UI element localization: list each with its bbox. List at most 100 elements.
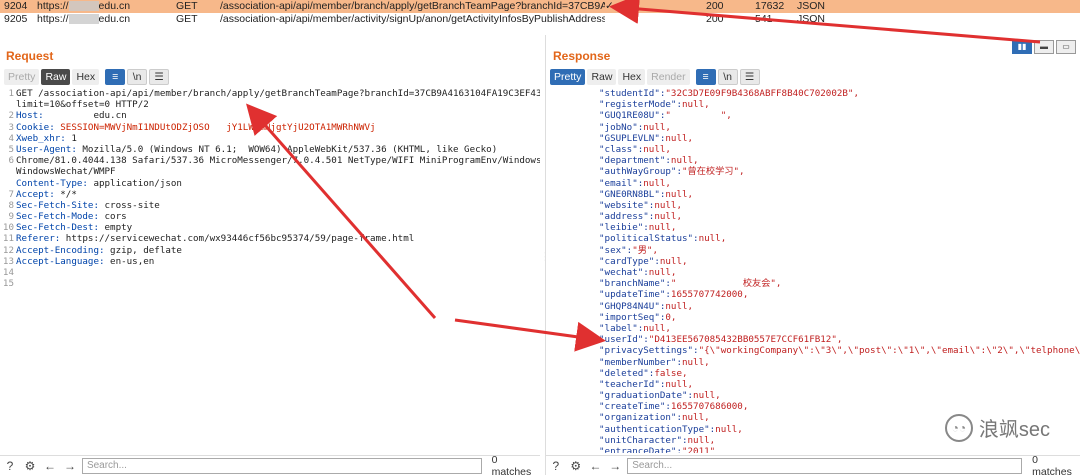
request-line: Cookie: SESSION=MWVjNmI1NDUtODZjOSO jY1L… xyxy=(16,121,376,133)
request-title: Request xyxy=(6,49,54,63)
json-line: "GUQ1RE08U":" ", xyxy=(599,110,732,122)
row-mime: JSON xyxy=(797,0,826,13)
json-line: "address":null, xyxy=(599,211,682,223)
line-number: 15 xyxy=(2,278,14,290)
line-number: 4 xyxy=(8,132,14,144)
tab-pretty[interactable]: Pretty xyxy=(550,69,586,85)
newline-icon[interactable]: \n xyxy=(127,69,148,85)
json-line: "wechat":null, xyxy=(599,267,677,278)
menu-icon[interactable]: ☰ xyxy=(739,69,760,85)
json-line: "GHQP84N4U":null, xyxy=(599,300,694,312)
line-number: 8 xyxy=(8,199,14,211)
line-number xyxy=(0,99,14,110)
tab-hex[interactable]: Hex xyxy=(618,69,646,85)
redacted-block xyxy=(68,13,99,24)
response-editor[interactable]: "studentId":"32C3D7E09F9B4368ABFF8B40C70… xyxy=(599,88,1080,453)
tab-pretty[interactable]: Pretty xyxy=(4,69,40,85)
tab-render[interactable]: Render xyxy=(647,69,690,85)
request-line xyxy=(16,267,536,278)
json-line: "memberNumber":null, xyxy=(599,356,710,368)
request-line: Content-Type: application/json xyxy=(16,177,182,189)
forward-arrow-icon[interactable]: → xyxy=(607,458,623,474)
side-by-side-layout-icon[interactable]: ▮▮ xyxy=(1012,40,1032,54)
row-method: GET xyxy=(176,12,198,25)
request-pane: Request Pretty Raw Hex ≡ \n ☰ 1234567891… xyxy=(0,35,540,475)
search-input[interactable]: Search... xyxy=(81,457,482,474)
settings-icon[interactable]: ⚙ xyxy=(568,458,584,474)
check-icon: ✓ xyxy=(605,0,614,13)
json-line: "class":null, xyxy=(599,143,671,155)
json-line: "importSeq":0, xyxy=(599,311,677,323)
tab-raw[interactable]: Raw xyxy=(587,69,617,85)
line-number xyxy=(0,178,14,189)
row-mime: JSON xyxy=(797,12,826,25)
response-title: Response xyxy=(553,49,611,63)
json-line: "email":null, xyxy=(599,177,671,189)
request-line: Host: edu.cn xyxy=(16,110,127,122)
request-line: Chrome/81.0.4044.138 Safari/537.36 Micro… xyxy=(16,155,540,167)
json-line: "GNE0RN8BL":null, xyxy=(599,188,694,200)
forward-arrow-icon[interactable]: → xyxy=(62,458,78,474)
json-line: "label":null, xyxy=(599,322,671,334)
request-line: User-Agent: Mozilla/5.0 (Windows NT 6.1;… xyxy=(16,143,498,155)
redacted-block xyxy=(68,1,99,12)
watermark: ◔◔ 浪飒sec xyxy=(944,413,1050,442)
wechat-icon: ◔◔ xyxy=(944,413,973,442)
json-line: "createTime":1655707686000, xyxy=(599,401,749,413)
settings-icon[interactable]: ⚙ xyxy=(22,458,38,474)
row-number: 9205 xyxy=(4,12,28,25)
help-icon[interactable]: ? xyxy=(2,458,18,474)
tab-raw[interactable]: Raw xyxy=(41,69,71,85)
request-lines: GET /association-api/api/member/branch/a… xyxy=(16,88,540,289)
json-line: "sex":"男", xyxy=(599,244,658,256)
json-line: "privacySettings":"{\"workingCompany\":\… xyxy=(599,345,1080,357)
request-editor[interactable]: 1 2 3 4 5 6 7 8 9 10 11 12 13 14 15 GET /association-a… xyxy=(0,88,540,453)
row-status: 200 xyxy=(706,12,724,25)
request-line: GET /association-api/api/member/branch/a… xyxy=(16,88,540,99)
line-number: 2 xyxy=(8,110,14,122)
line-number: 3 xyxy=(8,121,14,133)
request-line: Accept-Language: en-us,en xyxy=(16,255,155,267)
line-number: 13 xyxy=(2,255,14,267)
help-icon[interactable]: ? xyxy=(548,458,564,474)
back-arrow-icon[interactable]: ← xyxy=(588,458,604,474)
history-row[interactable]: 9205 https://edu.cn GET /association-api… xyxy=(0,12,1080,25)
line-number xyxy=(0,166,14,177)
json-line: "politicalStatus":null, xyxy=(599,233,727,245)
request-toolbar: Pretty Raw Hex ≡ \n ☰ xyxy=(4,69,170,85)
menu-icon[interactable]: ☰ xyxy=(149,69,170,85)
request-line: Referer: https://servicewechat.com/wx934… xyxy=(16,233,415,245)
row-method: GET xyxy=(176,0,198,13)
row-number: 9204 xyxy=(4,0,28,13)
back-arrow-icon[interactable]: ← xyxy=(42,458,58,474)
tab-hex[interactable]: Hex xyxy=(72,69,100,85)
single-layout-icon[interactable]: ▭ xyxy=(1056,40,1076,54)
search-input[interactable]: Search... xyxy=(627,457,1023,474)
line-number: 10 xyxy=(2,222,14,234)
json-line: "updateTime":1655707742000, xyxy=(599,289,749,301)
json-line: "website":null, xyxy=(599,199,682,211)
json-line: "registerMode":null, xyxy=(599,99,710,111)
json-line: "authWayGroup":"曾在校学习", xyxy=(599,166,745,178)
request-line: Xweb_xhr: 1 xyxy=(16,132,77,144)
line-number: 6 xyxy=(8,155,14,167)
watermark-text: 浪飒sec xyxy=(978,419,1050,441)
request-line: limit=10&offset=0 HTTP/2 xyxy=(16,99,149,111)
json-line: "jobNo":null, xyxy=(599,121,671,133)
request-line: Accept: */* xyxy=(16,188,77,200)
history-row-selected[interactable]: 9204 https://edu.cn GET /association-api… xyxy=(0,0,1080,13)
match-count: 0 matches xyxy=(491,453,532,475)
wrap-lines-icon[interactable]: ≡ xyxy=(105,69,126,85)
response-pane: Response ▮▮ ▬ ▭ Pretty Raw Hex Render ≡ … xyxy=(545,35,1080,475)
layout-buttons: ▮▮ ▬ ▭ xyxy=(1012,40,1076,54)
request-search-bar: ? ⚙ ← → Search... 0 matches xyxy=(0,453,540,475)
request-line: Sec-Fetch-Dest: empty xyxy=(16,222,133,234)
wrap-lines-icon[interactable]: ≡ xyxy=(695,69,716,85)
request-line: Accept-Encoding: gzip, deflate xyxy=(16,244,182,256)
stacked-layout-icon[interactable]: ▬ xyxy=(1034,40,1054,54)
row-host: https://edu.cn xyxy=(37,0,131,13)
request-line xyxy=(16,278,536,289)
newline-icon[interactable]: \n xyxy=(717,69,738,85)
json-line: "entranceDate":"2011" xyxy=(599,446,716,453)
json-line: "deleted":false, xyxy=(599,367,688,379)
